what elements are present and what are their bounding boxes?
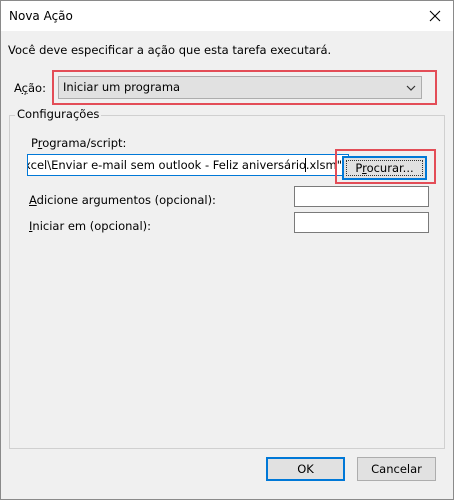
program-input[interactable]: :xcel\Enviar e-mail sem outlook - Feliz … (27, 154, 349, 176)
browse-button[interactable]: Procurar... (342, 156, 427, 180)
ok-button[interactable]: OK (266, 457, 345, 481)
chevron-down-icon (406, 85, 416, 91)
browse-button-label: Procurar... (355, 161, 414, 175)
text-caret (305, 158, 306, 172)
close-button[interactable] (417, 1, 453, 31)
close-icon (429, 10, 441, 22)
ok-button-label: OK (297, 462, 314, 476)
arguments-input[interactable] (294, 186, 429, 207)
settings-legend: Configurações (15, 107, 102, 121)
arguments-label: Adicione argumentos (opcional): (29, 193, 216, 207)
start-in-input[interactable] (294, 212, 429, 233)
cancel-button[interactable]: Cancelar (357, 457, 436, 481)
cancel-button-label: Cancelar (371, 462, 422, 476)
program-input-value: :xcel\Enviar e-mail sem outlook - Feliz … (27, 158, 342, 172)
action-label: Ação: (14, 81, 46, 95)
window-title: Nova Ação (9, 9, 73, 23)
nova-acao-dialog: Nova Ação Você deve especificar a ação q… (0, 0, 454, 500)
start-in-label: Iniciar em (opcional): (29, 219, 152, 233)
title-bar: Nova Ação (1, 1, 453, 31)
instruction-text: Você deve especificar a ação que esta ta… (8, 43, 332, 57)
action-select[interactable]: Iniciar um programa (58, 76, 422, 99)
action-select-value: Iniciar um programa (63, 80, 181, 94)
program-label: Programa/script: (31, 136, 127, 150)
